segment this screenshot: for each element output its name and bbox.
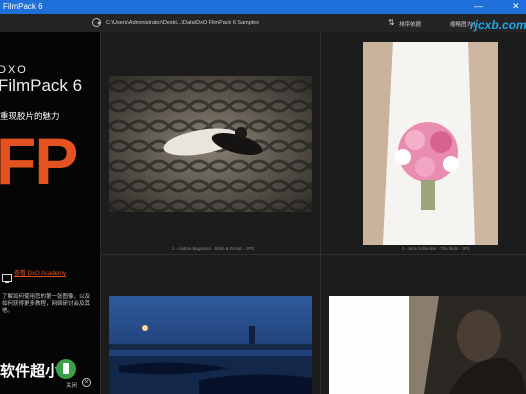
back-icon[interactable] bbox=[92, 18, 101, 27]
watermark-badge-icon bbox=[56, 359, 76, 379]
photo-thumbnail-3[interactable] bbox=[109, 296, 312, 394]
minimize-icon[interactable]: — bbox=[474, 1, 483, 11]
photo-thumbnail-4[interactable] bbox=[329, 296, 526, 394]
photo-thumbnail-1[interactable] bbox=[109, 76, 312, 212]
sort-icon[interactable]: ⇅ bbox=[388, 18, 395, 27]
product-name: FilmPack 6 bbox=[0, 76, 83, 95]
toolbar: C:\Users\Administrator\Deskt...\Data\DxO… bbox=[0, 14, 526, 32]
grid-divider-horizontal bbox=[101, 254, 526, 255]
window-title: FilmPack 6 bbox=[3, 2, 43, 11]
bride-bouquet-image bbox=[363, 42, 498, 245]
bride-groom-image bbox=[109, 76, 312, 212]
close-label[interactable]: 关闭 bbox=[66, 381, 77, 389]
tagline: 重现胶片的魅力 bbox=[0, 111, 60, 121]
grid-divider-vertical bbox=[320, 32, 321, 394]
sort-button[interactable]: 排序依据 bbox=[399, 20, 421, 28]
photo-caption-2: 2 - Jens Schlenker - The bride - JPG bbox=[402, 246, 470, 251]
photo-thumbnail-2[interactable] bbox=[363, 42, 498, 245]
photo-caption-1: 1 - Andrea Bagnasco - Bride & Groom - JP… bbox=[172, 246, 255, 251]
academy-description: 了解如何使用您的第一张图像，以及如何获得更多教程，网络研讨会及其他。 bbox=[2, 294, 91, 314]
folder-path[interactable]: C:\Users\Administrator\Deskt...\Data\DxO… bbox=[106, 20, 259, 26]
software-watermark: 软件超小 bbox=[0, 363, 61, 380]
site-watermark: rjcxb.com bbox=[470, 18, 526, 32]
woman-window-image bbox=[329, 296, 526, 394]
academy-link[interactable]: 查看 DxO Academy bbox=[14, 270, 66, 278]
venice-gondolas-image bbox=[109, 296, 312, 394]
close-icon[interactable]: × bbox=[82, 378, 91, 387]
monitor-icon bbox=[2, 274, 12, 283]
dxo-logo: DXO bbox=[0, 64, 28, 76]
close-window-icon[interactable]: ✕ bbox=[512, 1, 520, 12]
welcome-sidebar: DXO FilmPack 6 重现胶片的魅力 FP 查看 DxO Academy… bbox=[0, 32, 100, 394]
fp-logo: FP bbox=[0, 124, 78, 198]
title-bar: FilmPack 6 — ✕ bbox=[0, 0, 526, 14]
